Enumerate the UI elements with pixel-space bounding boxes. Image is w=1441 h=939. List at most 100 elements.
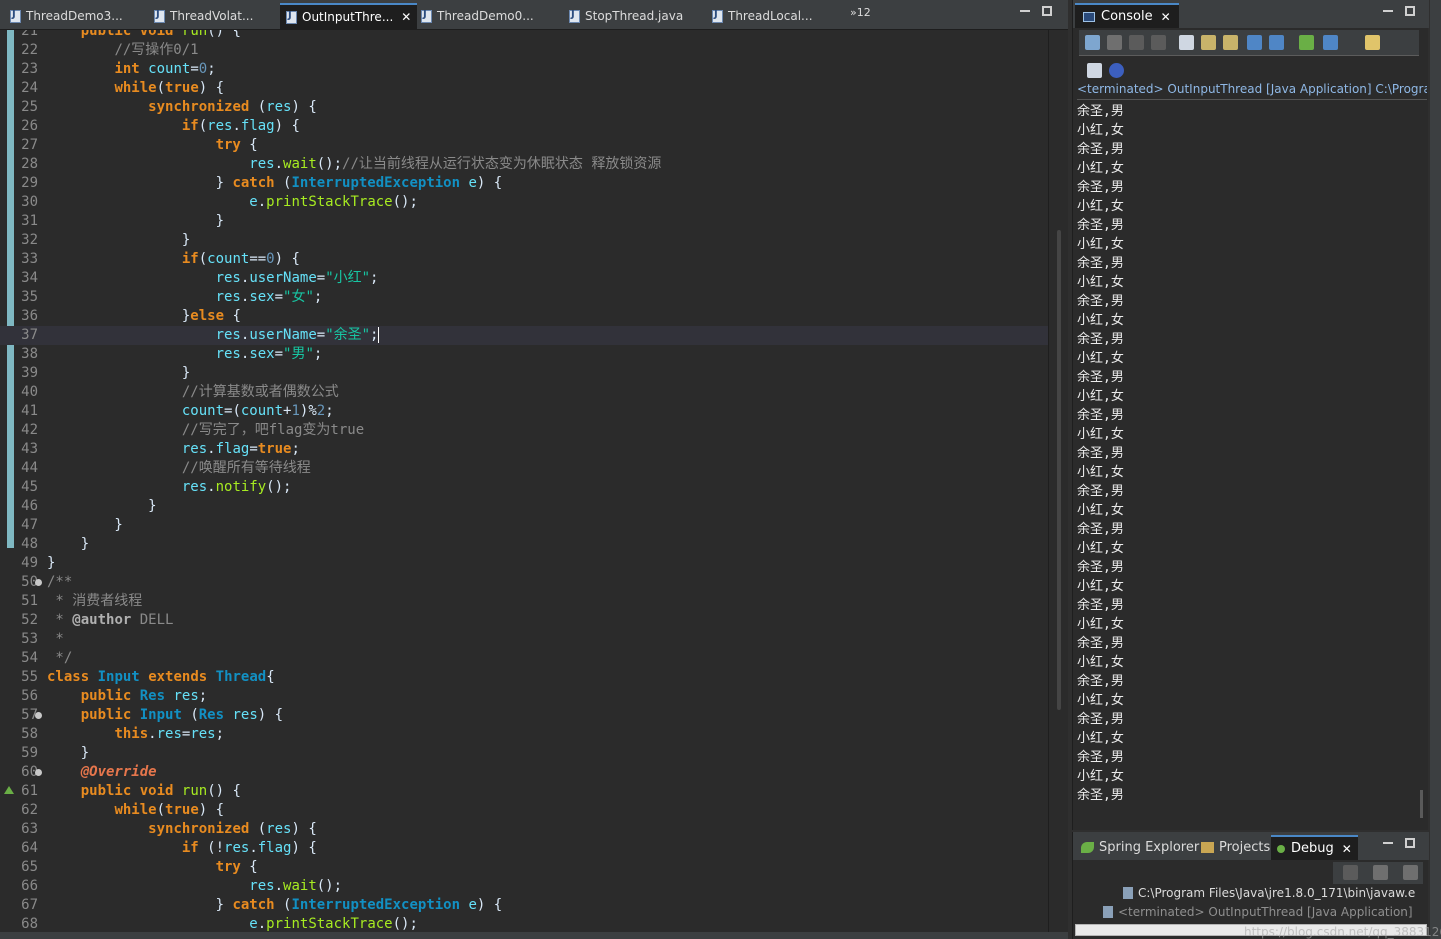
fold-toggle-icon[interactable] <box>35 579 42 586</box>
code-line[interactable]: 25 synchronized (res) { <box>0 98 1048 117</box>
code-line[interactable]: 43 res.flag=true; <box>0 440 1048 459</box>
scroll-lock-icon[interactable] <box>1201 35 1216 50</box>
clear-console-icon[interactable] <box>1179 35 1194 50</box>
debug-horizontal-scrollbar[interactable]: https://blog.csdn.net/qq_38831267 <box>1075 924 1441 939</box>
code-line[interactable]: 39 } <box>0 364 1048 383</box>
minimize-icon[interactable] <box>1383 6 1393 12</box>
code-line[interactable]: 29 } catch (InterruptedException e) { <box>0 174 1048 193</box>
tab-projects[interactable]: Projects <box>1195 835 1276 860</box>
editor-tab[interactable]: ThreadDemo0... <box>415 3 540 29</box>
debug-console-icon[interactable] <box>1109 63 1124 78</box>
code-line[interactable]: 61 public void run() { <box>0 782 1048 801</box>
show-on-output-icon[interactable] <box>1247 35 1262 50</box>
line-number: 66 <box>21 878 38 894</box>
new-console-icon[interactable] <box>1365 35 1380 50</box>
code-line[interactable]: 23 int count=0; <box>0 60 1048 79</box>
code-line[interactable]: 62 while(true) { <box>0 801 1048 820</box>
code-line[interactable]: 35 res.sex="女"; <box>0 288 1048 307</box>
code-line[interactable]: 26 if(res.flag) { <box>0 117 1048 136</box>
code-line[interactable]: 50/** <box>0 573 1048 592</box>
code-line[interactable]: 47 } <box>0 516 1048 535</box>
code-line[interactable]: 63 synchronized (res) { <box>0 820 1048 839</box>
code-line[interactable]: 28 res.wait();//让当前线程从运行状态变为休眠状态 释放锁资源 <box>0 155 1048 174</box>
editor-tab[interactable]: ThreadLocal... <box>706 3 819 29</box>
pin-console-icon[interactable] <box>1299 35 1314 50</box>
scrollbar-thumb[interactable] <box>1420 790 1423 818</box>
tab-spring-explorer[interactable]: Spring Explorer <box>1075 835 1205 860</box>
close-icon[interactable]: ✕ <box>401 10 411 24</box>
code-line[interactable]: 44 //唤醒所有等待线程 <box>0 459 1048 478</box>
remove-all-terminated-icon[interactable] <box>1343 865 1358 880</box>
code-line[interactable]: 49} <box>0 554 1048 573</box>
code-line[interactable]: 32 } <box>0 231 1048 250</box>
editor-vertical-scrollbar[interactable] <box>1048 30 1068 932</box>
minimize-icon[interactable] <box>1020 6 1030 12</box>
debug-launch-item[interactable]: <terminated> OutInputThread [Java Applic… <box>1103 905 1413 919</box>
open-console-icon[interactable] <box>1087 63 1102 78</box>
code-line[interactable]: 57 public Input (Res res) { <box>0 706 1048 725</box>
code-line[interactable]: 65 try { <box>0 858 1048 877</box>
code-line[interactable]: 52 * @author DELL <box>0 611 1048 630</box>
code-line[interactable]: 53 * <box>0 630 1048 649</box>
code-line[interactable]: 33 if(count==0) { <box>0 250 1048 269</box>
skip-breakpoints-icon[interactable] <box>1373 865 1388 880</box>
code-editor[interactable]: 21 public void run() {22 //写操作0/1 23 int … <box>0 30 1048 932</box>
code-line[interactable]: 22 //写操作0/1 <box>0 41 1048 60</box>
code-line[interactable]: 67 } catch (InterruptedException e) { <box>0 896 1048 915</box>
view-menu-icon[interactable] <box>1403 865 1418 880</box>
code-line[interactable]: 38 res.sex="男"; <box>0 345 1048 364</box>
scrollbar-thumb[interactable] <box>1057 230 1061 710</box>
code-line[interactable]: 24 while(true) { <box>0 79 1048 98</box>
code-line[interactable]: 55 class Input extends Thread{ <box>0 668 1048 687</box>
remove-launch-icon[interactable] <box>1129 35 1144 50</box>
code-line[interactable]: 64 if (!res.flag) { <box>0 839 1048 858</box>
relaunch-icon[interactable] <box>1085 35 1100 50</box>
code-line[interactable]: 30 e.printStackTrace(); <box>0 193 1048 212</box>
editor-tab-active[interactable]: OutInputThre... ✕ <box>280 3 418 29</box>
maximize-icon[interactable] <box>1042 6 1052 16</box>
code-line[interactable]: 68 e.printStackTrace(); <box>0 915 1048 932</box>
tab-debug[interactable]: Debug ✕ <box>1271 835 1358 860</box>
code-line[interactable]: 51 * 消费者线程 <box>0 592 1048 611</box>
fold-toggle-icon[interactable] <box>35 769 42 776</box>
code-line[interactable]: 42 //写完了，吧flag变为true <box>0 421 1048 440</box>
code-line[interactable]: 48 } <box>0 535 1048 554</box>
console-output[interactable]: 余圣,男 小红,女 余圣,男 小红,女 余圣,男 小红,女 余圣,男 小红,女 余圣,男 小红,女… <box>1077 102 1423 822</box>
code-line[interactable]: 27 try { <box>0 136 1048 155</box>
terminate-icon[interactable] <box>1107 35 1122 50</box>
code-line[interactable]: 60 @Override <box>0 763 1048 782</box>
word-wrap-icon[interactable] <box>1223 35 1238 50</box>
code-text: e.printStackTrace(); <box>249 194 418 210</box>
console-scrollbar[interactable] <box>1419 100 1425 820</box>
maximize-icon[interactable] <box>1405 838 1415 848</box>
maximize-icon[interactable] <box>1405 6 1415 16</box>
tab-console[interactable]: Console ✕ <box>1075 3 1179 28</box>
remove-all-icon[interactable] <box>1151 35 1166 50</box>
code-line[interactable]: 46 } <box>0 497 1048 516</box>
close-icon[interactable]: ✕ <box>1342 842 1352 856</box>
show-on-error-icon[interactable] <box>1269 35 1284 50</box>
code-line[interactable]: 37 res.userName="余圣"; <box>0 326 1048 345</box>
editor-tab[interactable]: StopThread.java <box>563 3 689 29</box>
fold-toggle-icon[interactable] <box>35 712 42 719</box>
code-line[interactable]: 34 res.userName="小红"; <box>0 269 1048 288</box>
code-line[interactable]: 54 */ <box>0 649 1048 668</box>
editor-tab[interactable]: ThreadVolat... <box>148 3 259 29</box>
code-line[interactable]: 59 } <box>0 744 1048 763</box>
code-line[interactable]: 58 this.res=res; <box>0 725 1048 744</box>
minimize-icon[interactable] <box>1383 838 1393 844</box>
debug-process-item[interactable]: C:\Program Files\Java\jre1.8.0_171\bin\j… <box>1123 886 1415 900</box>
code-line[interactable]: 21 public void run() { <box>0 30 1048 41</box>
code-line[interactable]: 41 count=(count+1)%2; <box>0 402 1048 421</box>
code-line[interactable]: 40 //计算基数或者偶数公式 <box>0 383 1048 402</box>
code-line[interactable]: 36 }else { <box>0 307 1048 326</box>
editor-horizontal-scrollbar[interactable] <box>0 932 1068 939</box>
code-line[interactable]: 45 res.notify(); <box>0 478 1048 497</box>
display-console-icon[interactable] <box>1323 35 1338 50</box>
close-icon[interactable]: ✕ <box>1161 10 1171 24</box>
code-line[interactable]: 66 res.wait(); <box>0 877 1048 896</box>
editor-tab[interactable]: ThreadDemo3... <box>4 3 129 29</box>
code-line[interactable]: 31 } <box>0 212 1048 231</box>
code-line[interactable]: 56 public Res res; <box>0 687 1048 706</box>
more-tabs-button[interactable]: »12 <box>850 6 871 19</box>
